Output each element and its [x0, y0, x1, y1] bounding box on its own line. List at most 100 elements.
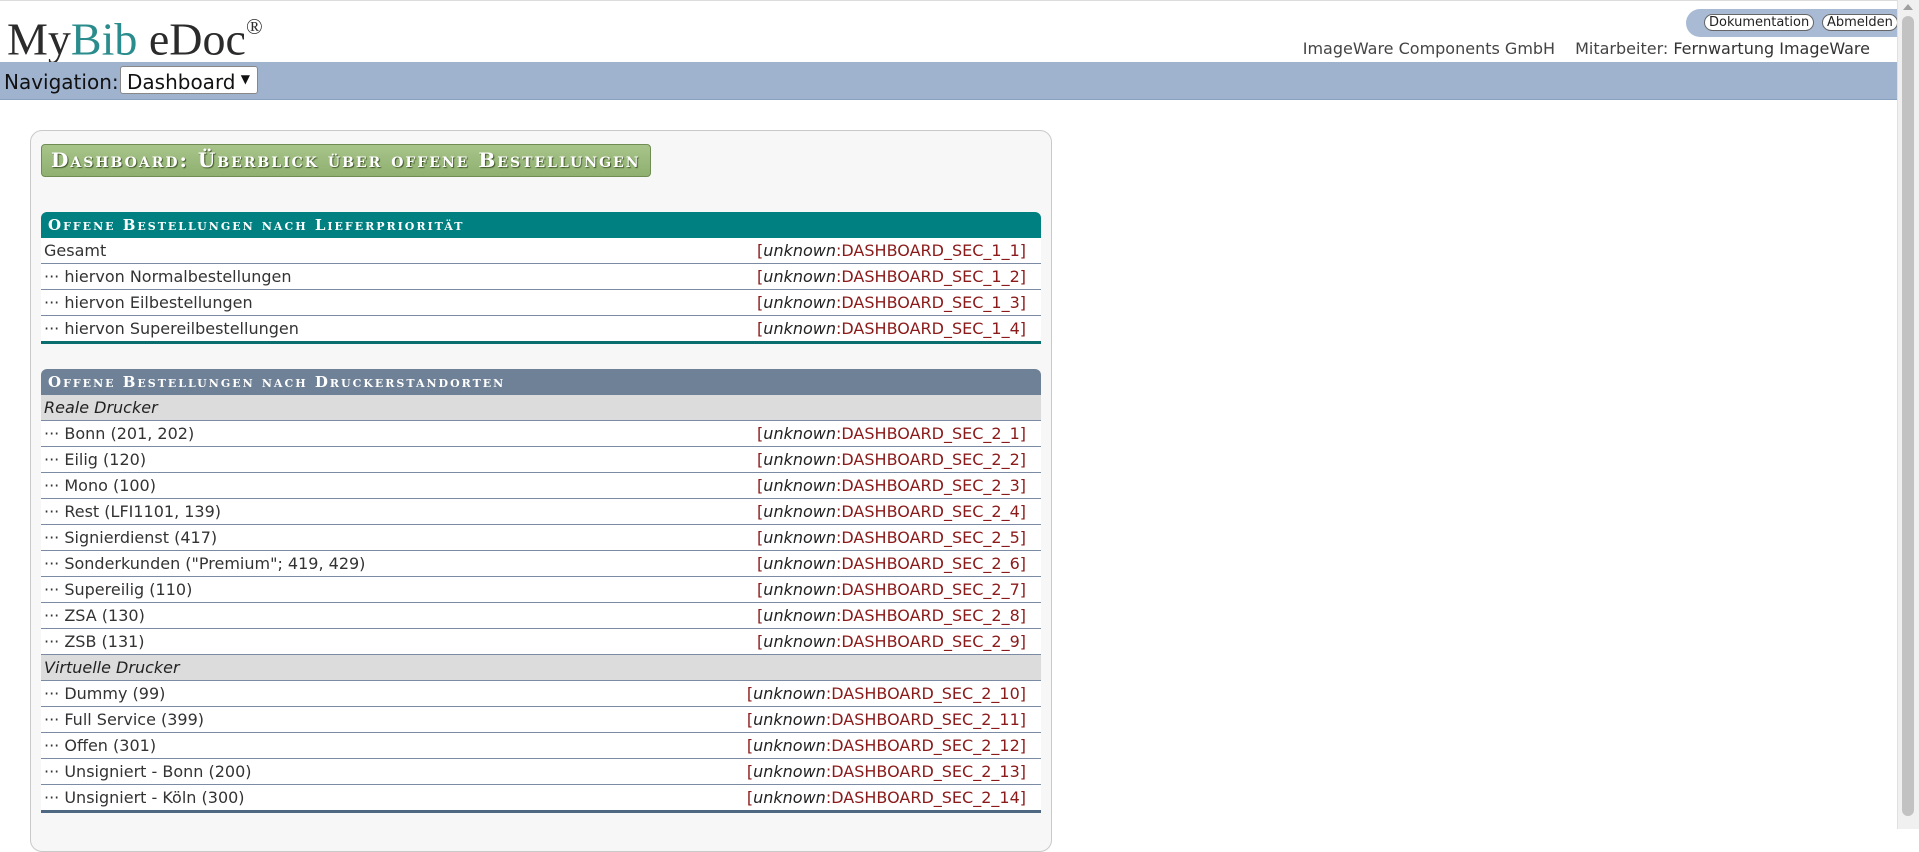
company-name: ImageWare Components GmbH: [1302, 39, 1556, 58]
row-value: [unknown:DASHBOARD_SEC_2_8]: [757, 606, 1026, 625]
navigation-bar: Navigation: Dashboard ▼: [0, 62, 1898, 100]
row-value-key: DASHBOARD_SEC_2_12: [831, 736, 1020, 755]
app-logo: MyBib eDoc®: [7, 3, 263, 67]
table-row: ··· Mono (100) [unknown:DASHBOARD_SEC_2_3…: [41, 473, 1041, 499]
group-real-printers-label: Reale Drucker: [44, 398, 158, 417]
vertical-scrollbar[interactable]: [1897, 0, 1919, 829]
row-value-key: DASHBOARD_SEC_1_4: [841, 319, 1020, 338]
row-value-prefix: unknown: [753, 710, 826, 729]
row-value-prefix: unknown: [753, 684, 826, 703]
row-value: [unknown:DASHBOARD_SEC_2_11]: [746, 710, 1026, 729]
logo-my: My: [7, 13, 71, 65]
row-value: [unknown:DASHBOARD_SEC_2_12]: [746, 736, 1026, 755]
row-value: [unknown:DASHBOARD_SEC_1_2]: [757, 267, 1026, 286]
row-value-prefix: unknown: [763, 476, 836, 495]
scroll-up-arrow-icon[interactable]: [1903, 4, 1913, 10]
row-value: [unknown:DASHBOARD_SEC_2_1]: [757, 424, 1026, 443]
table-row: ··· Signierdienst (417) [unknown:DASHBOAR…: [41, 525, 1041, 551]
row-value: [unknown:DASHBOARD_SEC_1_3]: [757, 293, 1026, 312]
logo-edoc: eDoc: [137, 13, 246, 65]
row-value-key: DASHBOARD_SEC_1_1: [841, 241, 1020, 260]
row-value-prefix: unknown: [763, 424, 836, 443]
row-value-prefix: unknown: [753, 788, 826, 807]
table-row: ··· Unsigniert - Bonn (200) [unknown:DASH…: [41, 759, 1041, 785]
table-row: ··· Rest (LFI1101, 139) [unknown:DASHBOAR…: [41, 499, 1041, 525]
top-button-bar: Dokumentation Abmelden: [1686, 9, 1898, 37]
row-label: ··· Offen (301): [44, 736, 157, 755]
documentation-button[interactable]: Dokumentation: [1704, 14, 1815, 31]
row-value: [unknown:DASHBOARD_SEC_2_3]: [757, 476, 1026, 495]
row-label: ··· Unsigniert - Bonn (200): [44, 762, 252, 781]
row-value: [unknown:DASHBOARD_SEC_2_14]: [746, 788, 1026, 807]
row-value-key: DASHBOARD_SEC_2_14: [831, 788, 1020, 807]
row-value-key: DASHBOARD_SEC_2_7: [841, 580, 1020, 599]
row-value-prefix: unknown: [763, 319, 836, 338]
group-virtual-printers-label: Virtuelle Drucker: [44, 658, 180, 677]
table-row: ··· Dummy (99) [unknown:DASHBOARD_SEC_2_1…: [41, 681, 1041, 707]
navigation-selected-value: Dashboard: [127, 70, 236, 94]
row-label: ··· Full Service (399): [44, 710, 205, 729]
table-row: ··· Unsigniert - Köln (300) [unknown:DASH…: [41, 785, 1041, 813]
row-label: ··· hiervon Supereilbestellungen: [44, 319, 299, 338]
employee-name: Fernwartung ImageWare: [1673, 39, 1870, 58]
row-value-prefix: unknown: [763, 450, 836, 469]
row-value-prefix: unknown: [753, 762, 826, 781]
section-delivery-priority-rows: Gesamt [unknown:DASHBOARD_SEC_1_1] ··· hie…: [41, 238, 1041, 344]
logo-bib: Bib: [70, 13, 138, 65]
section-printer-locations: Offene Bestellungen nach Druckerstandort…: [41, 369, 1041, 813]
row-value-key: DASHBOARD_SEC_2_1: [841, 424, 1020, 443]
row-value: [unknown:DASHBOARD_SEC_2_5]: [757, 528, 1026, 547]
row-value: [unknown:DASHBOARD_SEC_2_6]: [757, 554, 1026, 573]
page-title: Dashboard: Überblick über offene Bestell…: [41, 144, 651, 177]
table-row: ··· Bonn (201, 202) [unknown:DASHBOARD_SE…: [41, 421, 1041, 447]
row-value-prefix: unknown: [763, 580, 836, 599]
scrollbar-thumb[interactable]: [1902, 16, 1914, 816]
row-label: Gesamt: [44, 241, 107, 260]
row-label: ··· Bonn (201, 202): [44, 424, 195, 443]
row-value-key: DASHBOARD_SEC_2_13: [831, 762, 1020, 781]
section-delivery-priority-title: Offene Bestellungen nach Lieferpriorität: [41, 212, 1041, 238]
virtual-printer-rows: ··· Dummy (99) [unknown:DASHBOARD_SEC_2_1…: [41, 681, 1041, 813]
row-value-key: DASHBOARD_SEC_2_4: [841, 502, 1020, 521]
row-value-prefix: unknown: [763, 554, 836, 573]
logout-button[interactable]: Abmelden: [1822, 14, 1898, 31]
group-virtual-printers: Virtuelle Drucker: [41, 655, 1041, 681]
row-value-key: DASHBOARD_SEC_2_5: [841, 528, 1020, 547]
row-label: ··· Unsigniert - Köln (300): [44, 788, 245, 807]
table-row: ··· ZSA (130) [unknown:DASHBOARD_SEC_2_8]: [41, 603, 1041, 629]
row-value-prefix: unknown: [763, 241, 836, 260]
row-value-key: DASHBOARD_SEC_2_8: [841, 606, 1020, 625]
row-label: ··· ZSB (131): [44, 632, 145, 651]
row-value-prefix: unknown: [753, 736, 826, 755]
row-label: ··· Signierdienst (417): [44, 528, 218, 547]
row-value-prefix: unknown: [763, 528, 836, 547]
row-value: [unknown:DASHBOARD_SEC_1_4]: [757, 319, 1026, 338]
row-value-prefix: unknown: [763, 606, 836, 625]
row-value-prefix: unknown: [763, 267, 836, 286]
row-value: [unknown:DASHBOARD_SEC_2_9]: [757, 632, 1026, 651]
row-label: ··· hiervon Normalbestellungen: [44, 267, 292, 286]
section-printer-locations-title: Offene Bestellungen nach Druckerstandort…: [41, 369, 1041, 395]
row-value: [unknown:DASHBOARD_SEC_2_10]: [746, 684, 1026, 703]
employee-label: Mitarbeiter:: [1575, 39, 1669, 58]
row-value: [unknown:DASHBOARD_SEC_2_7]: [757, 580, 1026, 599]
row-value: [unknown:DASHBOARD_SEC_2_4]: [757, 502, 1026, 521]
row-label: ··· Dummy (99): [44, 684, 166, 703]
navigation-select[interactable]: Dashboard ▼: [120, 66, 258, 94]
row-value-key: DASHBOARD_SEC_2_9: [841, 632, 1020, 651]
group-real-printers: Reale Drucker: [41, 395, 1041, 421]
table-row: ··· hiervon Supereilbestellungen [unknown…: [41, 316, 1041, 344]
row-value-prefix: unknown: [763, 293, 836, 312]
table-row: ··· Offen (301) [unknown:DASHBOARD_SEC_2_…: [41, 733, 1041, 759]
row-value: [unknown:DASHBOARD_SEC_2_2]: [757, 450, 1026, 469]
table-row: ··· ZSB (131) [unknown:DASHBOARD_SEC_2_9]: [41, 629, 1041, 655]
row-value-key: DASHBOARD_SEC_2_10: [831, 684, 1020, 703]
section-delivery-priority: Offene Bestellungen nach Lieferpriorität…: [41, 212, 1041, 344]
row-value-prefix: unknown: [763, 632, 836, 651]
row-label: ··· hiervon Eilbestellungen: [44, 293, 253, 312]
navigation-label: Navigation:: [4, 70, 119, 94]
row-label: ··· ZSA (130): [44, 606, 145, 625]
row-value: [unknown:DASHBOARD_SEC_1_1]: [757, 241, 1026, 260]
row-value: [unknown:DASHBOARD_SEC_2_13]: [746, 762, 1026, 781]
dashboard-panel: Dashboard: Überblick über offene Bestell…: [30, 130, 1052, 852]
